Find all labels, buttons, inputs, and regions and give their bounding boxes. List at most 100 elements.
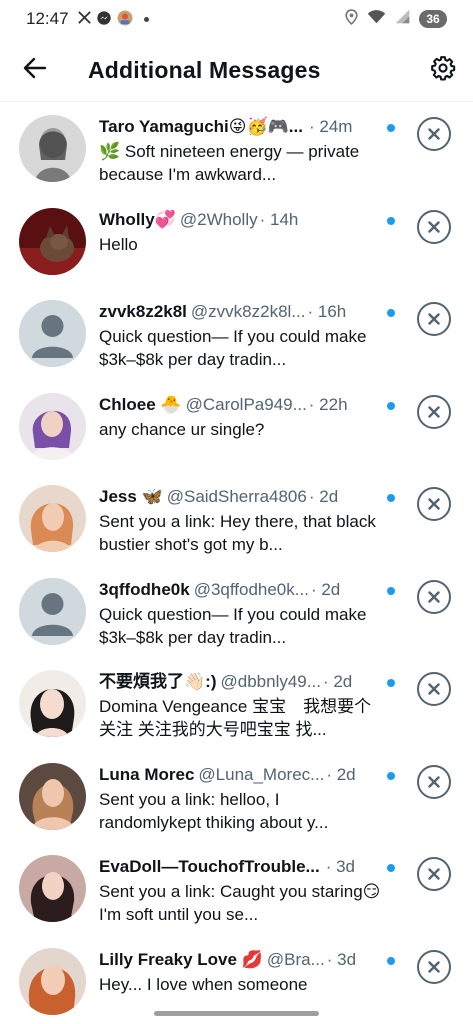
more-notifications-dot — [143, 16, 149, 22]
close-icon — [428, 128, 440, 140]
sender-handle: @3qffodhe0k... — [193, 579, 309, 599]
notification-icons — [77, 9, 149, 30]
message-preview: Sent you a link: Caught you staring😏 I'm… — [99, 882, 381, 924]
close-icon — [428, 498, 440, 510]
message-row[interactable]: Wholly💞 @2Wholly · 14h Hello — [0, 196, 473, 289]
message-time: · 3d — [326, 949, 357, 969]
signal-icon — [395, 9, 410, 29]
status-time: 12:47 — [26, 9, 69, 28]
message-time: · 24m — [308, 117, 353, 136]
sender-handle: @Luna_Morec... — [198, 764, 325, 784]
close-icon — [428, 220, 440, 233]
unread-indicator — [387, 956, 395, 965]
gesture-nav-handle[interactable] — [154, 1011, 319, 1016]
dismiss-button[interactable] — [417, 394, 451, 429]
avatar-default — [19, 300, 86, 367]
message-time: · 22h — [308, 394, 348, 414]
close-icon — [428, 868, 440, 880]
wifi-icon — [367, 9, 386, 29]
message-time: · 2d — [322, 672, 353, 691]
sender-name: Chloee 🐣 — [99, 394, 182, 414]
battery-indicator: 36 — [419, 10, 447, 28]
close-icon — [428, 960, 440, 973]
avatar — [19, 115, 86, 182]
dismiss-button[interactable] — [417, 302, 451, 336]
message-time: · 2d — [310, 579, 341, 599]
system-icons: 36 — [345, 8, 447, 30]
page-title: Additional Messages — [88, 57, 321, 83]
dismiss-button[interactable] — [417, 117, 451, 151]
x-logo-icon — [77, 10, 92, 28]
message-preview: 🌿 Soft nineteen energy — private because… — [99, 142, 360, 184]
sender-name: 3qffodhe0k — [99, 579, 190, 599]
unread-indicator — [387, 864, 395, 872]
sender-name: zvvk8z2k8l — [99, 302, 187, 321]
unread-indicator — [387, 124, 395, 132]
unread-indicator — [387, 679, 395, 687]
sender-name: Lilly Freaky Love 💋 — [99, 949, 263, 969]
location-icon — [345, 8, 358, 30]
dismiss-button[interactable] — [417, 857, 451, 891]
unread-indicator — [387, 309, 395, 317]
unread-indicator — [387, 494, 395, 502]
sender-handle: @dbbnly49... — [220, 672, 321, 691]
avatar — [19, 207, 86, 275]
message-preview: Domina Vengeance 宝宝 我想要个关注 关注我的大号吧宝宝 找..… — [99, 697, 372, 739]
message-preview: Quick question— If you could make $3k–$8… — [99, 327, 367, 369]
message-preview: Quick question— If you could make $3k–$8… — [99, 604, 367, 647]
dismiss-button[interactable] — [417, 487, 451, 521]
dismiss-button[interactable] — [417, 579, 451, 614]
status-bar: 12:47 36 — [0, 0, 473, 38]
message-preview: Sent you a link: helloo, I randomlykept … — [99, 789, 329, 832]
unread-indicator — [387, 401, 395, 410]
sender-name: Wholly💞 — [99, 209, 176, 229]
sender-name: Luna Morec — [99, 764, 195, 784]
avatar — [19, 392, 86, 460]
close-icon — [428, 405, 440, 418]
message-list: Taro Yamaguchi😜🥳🎮... · 24m 🌿 Soft ninete… — [0, 103, 473, 1024]
app-avatar-icon — [116, 9, 134, 30]
sender-name: Jess 🦋 — [99, 487, 163, 506]
message-row[interactable]: Jess 🦋 @SaidSherra4806 · 2d Sent you a l… — [0, 473, 473, 566]
close-icon — [428, 313, 440, 325]
sender-handle: @CarolPa949... — [185, 394, 307, 414]
message-row[interactable]: EvaDoll—TouchofTrouble... · 3d Sent you … — [0, 843, 473, 936]
avatar — [19, 670, 86, 737]
avatar — [19, 855, 86, 922]
dismiss-button[interactable] — [417, 209, 451, 244]
messenger-icon — [96, 10, 112, 29]
dismiss-button[interactable] — [417, 764, 451, 799]
message-time: · 2d — [308, 487, 339, 506]
gear-icon — [430, 55, 456, 86]
message-preview: Hello — [99, 234, 138, 254]
unread-indicator — [387, 216, 395, 225]
close-icon — [428, 683, 440, 695]
avatar — [19, 762, 86, 830]
settings-button[interactable] — [413, 40, 473, 102]
unread-indicator — [387, 586, 395, 595]
message-row[interactable]: Taro Yamaguchi😜🥳🎮... · 24m 🌿 Soft ninete… — [0, 103, 473, 196]
message-row[interactable]: 3qffodhe0k @3qffodhe0k... · 2d Quick que… — [0, 566, 473, 659]
dismiss-button[interactable] — [417, 949, 451, 984]
message-row[interactable]: Chloee 🐣 @CarolPa949... · 22h any chance… — [0, 381, 473, 474]
message-time: · 3d — [325, 857, 355, 876]
message-time: · 2d — [326, 764, 356, 784]
message-row[interactable]: Luna Morec @Luna_Morec... · 2d Sent you … — [0, 751, 473, 844]
message-time: · 14h — [259, 209, 299, 229]
sender-name: 不要煩我了👋🏻:) — [99, 672, 217, 691]
sender-handle: @SaidSherra4806 — [166, 487, 307, 506]
close-icon — [428, 775, 440, 788]
sender-handle: @Bra... — [266, 949, 325, 969]
header: Additional Messages — [0, 40, 473, 102]
avatar-default — [19, 577, 86, 645]
avatar — [19, 485, 86, 552]
sender-name: Taro Yamaguchi😜🥳🎮... — [99, 117, 303, 136]
dismiss-button[interactable] — [417, 672, 451, 706]
sender-name: EvaDoll—TouchofTrouble... — [99, 857, 320, 876]
back-button[interactable] — [0, 40, 70, 102]
message-row[interactable]: zvvk8z2k8l @zvvk8z2k8l... · 16h Quick qu… — [0, 288, 473, 381]
sender-handle: @2Wholly — [179, 209, 258, 229]
message-row[interactable]: 不要煩我了👋🏻:) @dbbnly49... · 2d Domina Venge… — [0, 658, 473, 751]
unread-indicator — [387, 771, 395, 780]
message-preview: Sent you a link: Hey there, that black b… — [99, 512, 376, 554]
